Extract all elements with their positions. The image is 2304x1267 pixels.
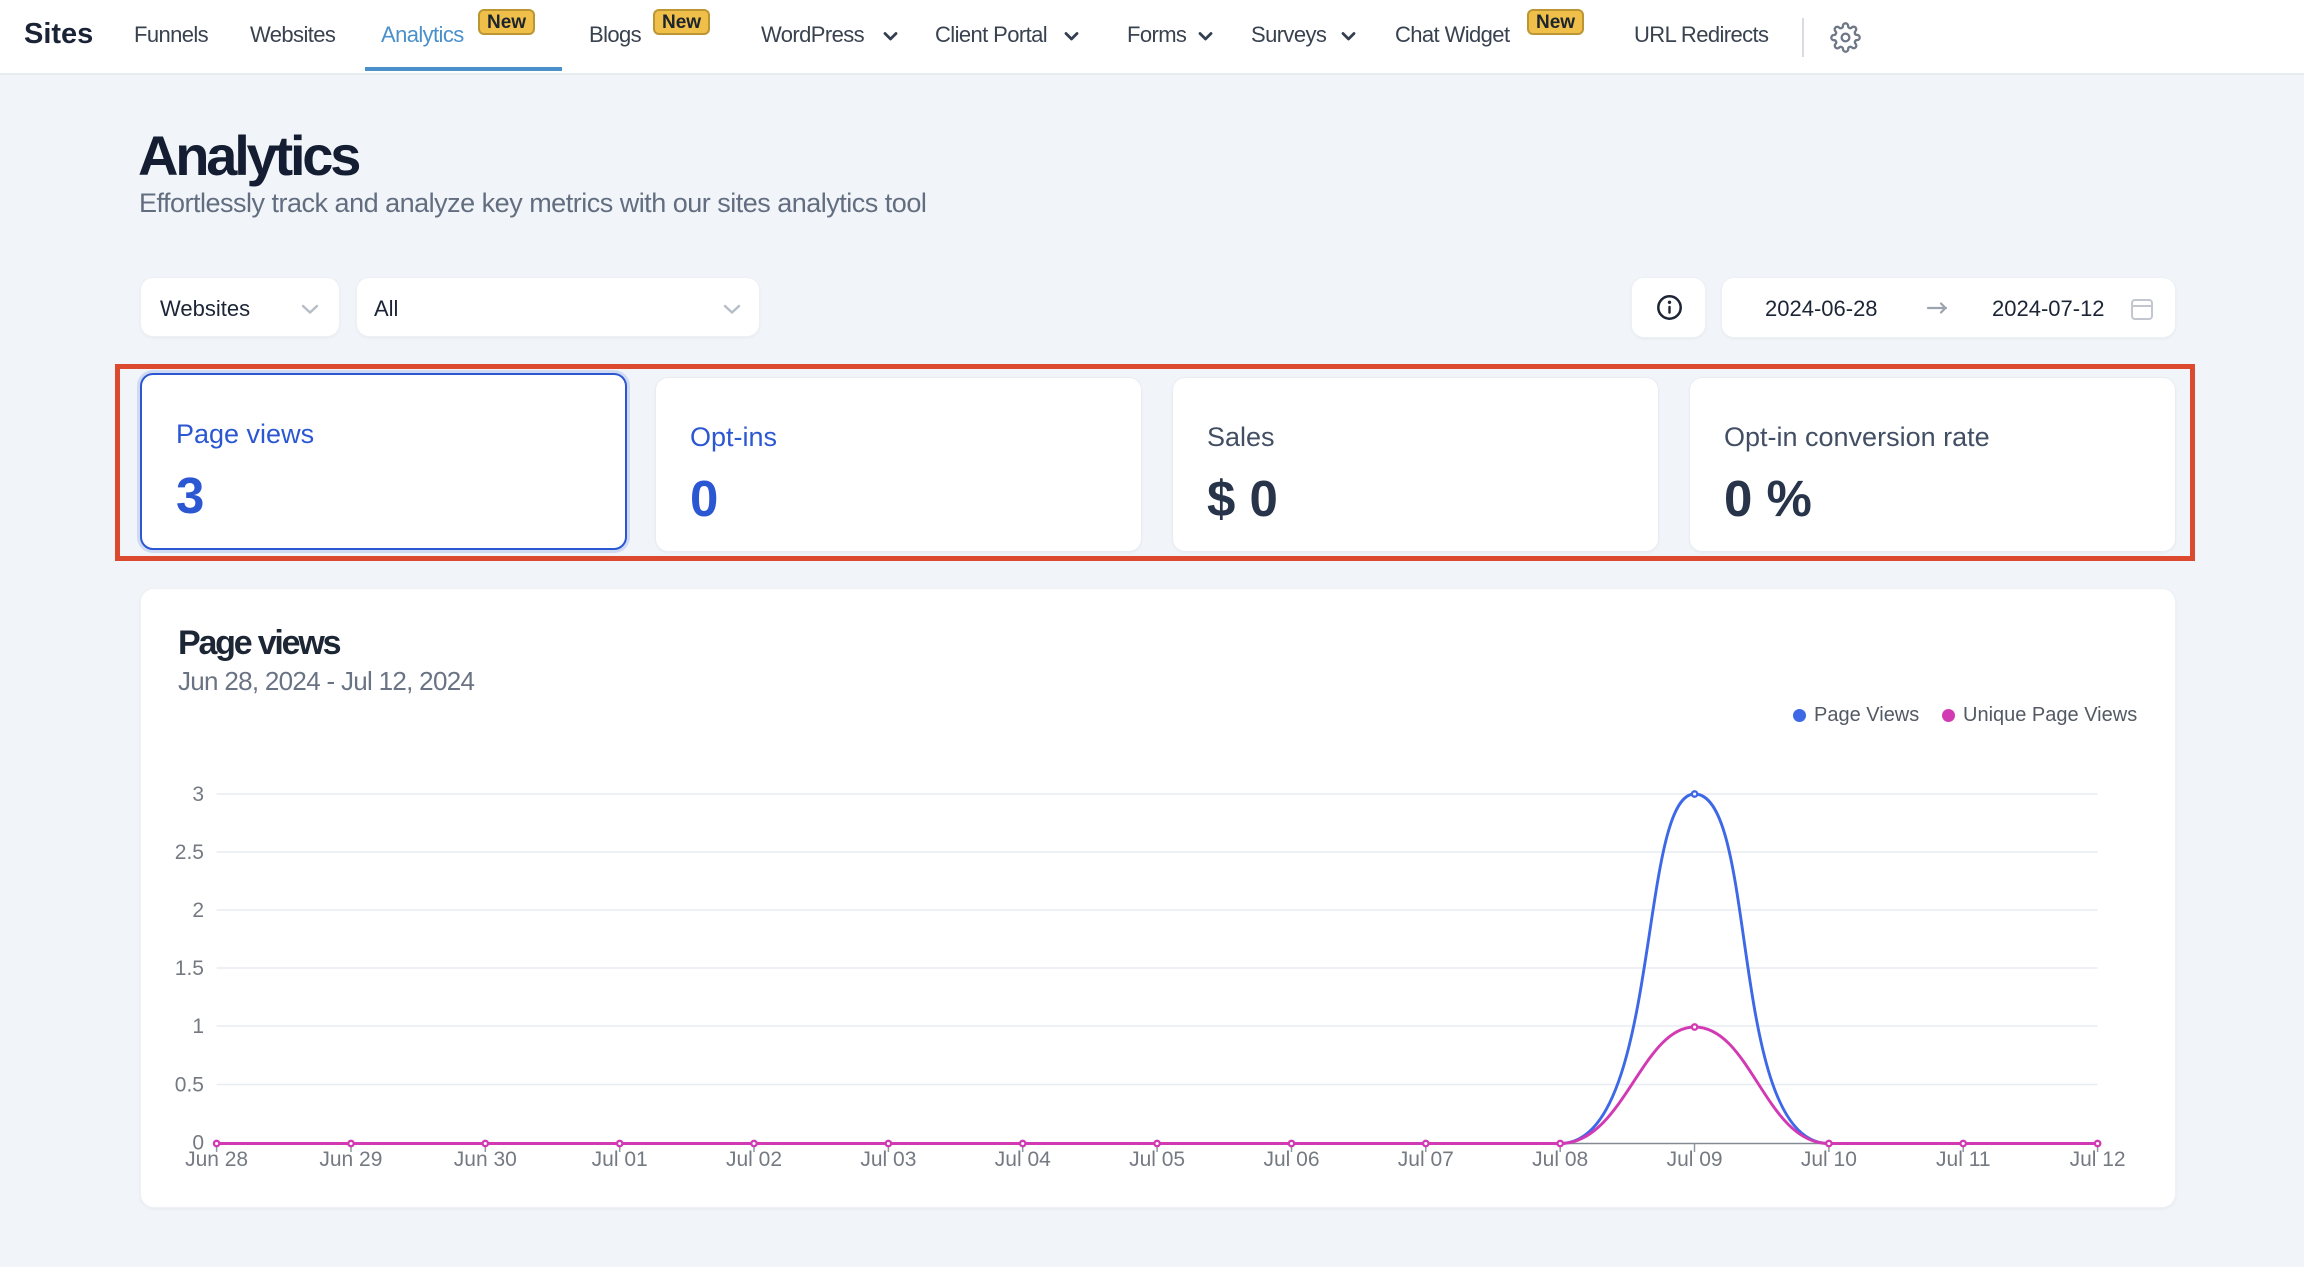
svg-text:2.5: 2.5 <box>175 841 204 864</box>
svg-text:Jul 01: Jul 01 <box>592 1148 648 1171</box>
svg-text:Jul 05: Jul 05 <box>1129 1148 1185 1171</box>
svg-text:Jul 12: Jul 12 <box>2070 1148 2126 1171</box>
svg-text:0.5: 0.5 <box>175 1074 204 1097</box>
svg-text:Jul 09: Jul 09 <box>1667 1148 1723 1171</box>
svg-text:2: 2 <box>192 899 204 922</box>
svg-text:Jul 02: Jul 02 <box>726 1148 782 1171</box>
svg-text:Jul 07: Jul 07 <box>1398 1148 1454 1171</box>
svg-text:3: 3 <box>192 783 204 806</box>
svg-text:1: 1 <box>192 1015 204 1038</box>
svg-text:Jul 10: Jul 10 <box>1801 1148 1857 1171</box>
svg-text:Jun 28: Jun 28 <box>185 1148 248 1171</box>
svg-text:Jun 29: Jun 29 <box>319 1148 382 1171</box>
svg-text:Jul 11: Jul 11 <box>1936 1148 1990 1171</box>
svg-text:1.5: 1.5 <box>175 957 204 980</box>
svg-text:Jul 03: Jul 03 <box>860 1148 916 1171</box>
svg-text:Jul 04: Jul 04 <box>995 1148 1051 1171</box>
svg-text:Jun 30: Jun 30 <box>454 1148 517 1171</box>
svg-text:Jul 08: Jul 08 <box>1532 1148 1588 1171</box>
svg-text:Jul 06: Jul 06 <box>1263 1148 1319 1171</box>
